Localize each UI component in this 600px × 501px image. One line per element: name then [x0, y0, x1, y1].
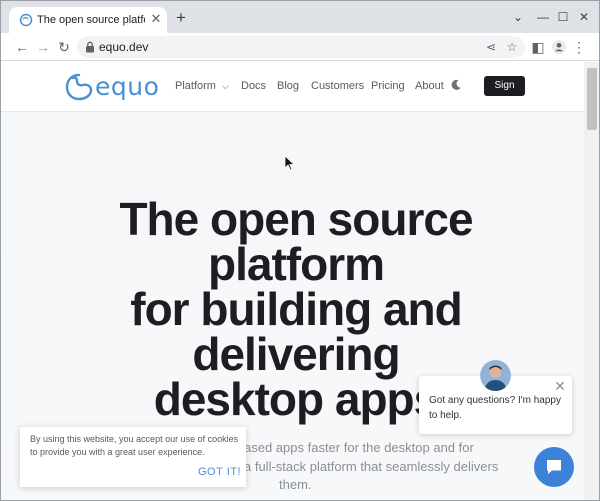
sign-button[interactable]: Sign [484, 76, 525, 96]
equo-favicon-icon [19, 13, 33, 27]
equo-logo-icon [65, 73, 93, 101]
bookmark-star-icon[interactable]: ☆ [504, 39, 520, 55]
browser-tab[interactable]: The open source platform for b ✕ [9, 7, 167, 33]
mouse-cursor-icon [284, 155, 296, 171]
browser-toolbar: ← → ↻ equo.dev ⋖ ☆ ◧ ⋮ [1, 33, 599, 61]
url-text: equo.dev [99, 40, 149, 54]
menu-kebab-icon[interactable]: ⋮ [571, 39, 587, 55]
forward-icon[interactable]: → [35, 39, 51, 55]
nav-customers[interactable]: Customers [311, 79, 364, 93]
chat-launcher-button[interactable] [534, 447, 574, 487]
equo-logo[interactable]: equo [65, 72, 161, 102]
site-navbar: equo Platform ⌵ Docs Blog Customers Pric… [1, 62, 584, 112]
nav-platform-label: Platform [175, 80, 216, 92]
tab-strip: The open source platform for b ✕ + ⌄ — ☐… [1, 1, 599, 33]
tab-title: The open source platform for b [37, 14, 145, 26]
cookie-message: By using this website, you accept our us… [30, 434, 239, 457]
address-bar[interactable]: equo.dev ⋖ ☆ [77, 36, 525, 58]
side-panel-icon[interactable]: ◧ [530, 39, 546, 55]
chat-bubble-icon [547, 460, 561, 474]
chat-agent-avatar [480, 360, 511, 391]
scrollbar-thumb[interactable] [587, 68, 597, 130]
browser-window: The open source platform for b ✕ + ⌄ — ☐… [0, 0, 600, 501]
lock-icon [86, 41, 94, 53]
new-tab-icon[interactable]: + [173, 9, 189, 26]
minimize-icon[interactable]: — [535, 9, 551, 25]
logo-wordmark: equo [95, 72, 160, 101]
hero-title-line: desktop apps [153, 373, 440, 425]
cookie-banner: By using this website, you accept our us… [20, 427, 246, 487]
hero-subtitle-line-3: them. [279, 477, 312, 492]
page-scrollbar[interactable] [584, 62, 599, 500]
hero-subtitle-line-2: a full-stack platform that seamlessly de… [244, 459, 499, 474]
nav-platform[interactable]: Platform ⌵ [175, 79, 229, 93]
share-icon[interactable]: ⋖ [483, 39, 499, 55]
nav-docs[interactable]: Docs [241, 79, 266, 93]
dark-mode-moon-icon[interactable] [450, 79, 462, 91]
chat-message: Got any questions? I'm happy to help. [429, 395, 561, 421]
nav-about[interactable]: About [415, 79, 444, 93]
chat-close-icon[interactable]: ✕ [553, 379, 567, 393]
tab-search-icon[interactable]: ⌄ [510, 9, 526, 25]
reload-icon[interactable]: ↻ [56, 39, 72, 55]
page-viewport: equo Platform ⌵ Docs Blog Customers Pric… [1, 62, 584, 500]
tab-close-icon[interactable]: ✕ [149, 12, 163, 26]
nav-blog[interactable]: Blog [277, 79, 299, 93]
close-window-icon[interactable]: ✕ [576, 9, 592, 25]
back-icon[interactable]: ← [14, 39, 30, 55]
profile-avatar-icon[interactable] [551, 39, 567, 55]
chevron-down-icon: ⌵ [222, 81, 229, 91]
nav-pricing[interactable]: Pricing [371, 79, 405, 93]
cookie-accept-button[interactable]: GOT IT! [198, 465, 241, 479]
hero-subtitle-line-1: ased apps faster for the desktop and for [244, 440, 474, 455]
maximize-icon[interactable]: ☐ [555, 9, 571, 25]
